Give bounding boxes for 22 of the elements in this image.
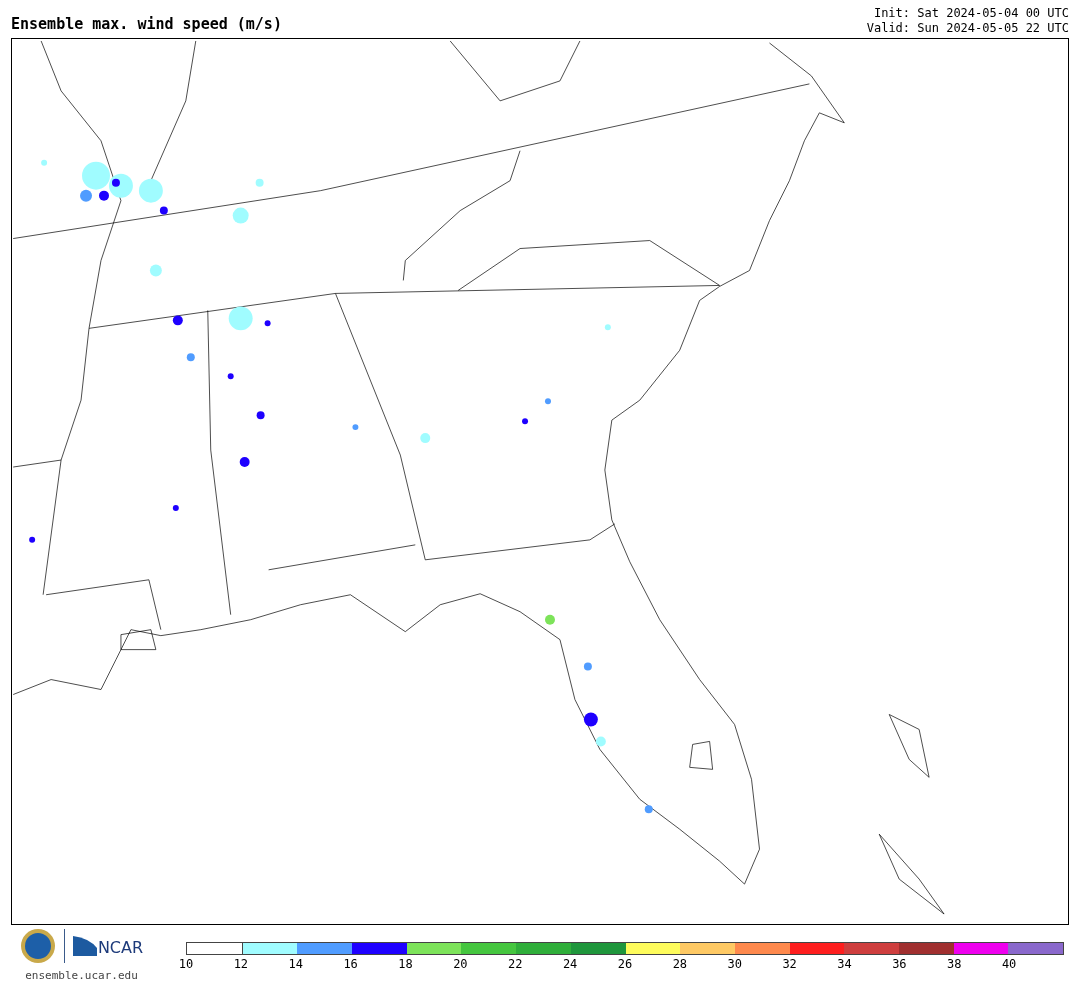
legend-tick-label: 18	[398, 958, 413, 970]
valid-time: Valid: Sun 2024-05-05 22 UTC	[866, 21, 1069, 36]
legend-tick-label: 16	[343, 958, 358, 970]
globe-seal-icon	[19, 928, 56, 964]
legend-tick-label: 26	[617, 958, 633, 970]
legend-tick-label: 30	[727, 958, 742, 970]
legend-tick-label: 10	[178, 958, 194, 970]
legend-tick-label: 36	[892, 958, 907, 970]
site-url: ensemble.ucar.edu	[25, 968, 138, 984]
init-time: Init: Sat 2024-05-04 00 UTC	[873, 6, 1069, 21]
ncar-logo: NCAR	[72, 936, 144, 956]
legend-tick-label: 32	[782, 958, 797, 970]
legend-tick-label: 12	[233, 958, 249, 970]
legend-tick-label: 34	[837, 958, 852, 970]
legend-tick-label: 20	[453, 958, 468, 970]
legend-tick-label: 28	[672, 958, 688, 970]
legend-tick-label: 14	[288, 958, 303, 970]
legend-tick-label: 24	[562, 958, 578, 970]
legend-tick-label: 40	[1001, 958, 1017, 970]
legend-tick-label: 22	[508, 958, 523, 970]
legend-tick-label: 38	[947, 958, 962, 970]
chart-title: Ensemble max. wind speed (m/s)	[11, 17, 282, 35]
